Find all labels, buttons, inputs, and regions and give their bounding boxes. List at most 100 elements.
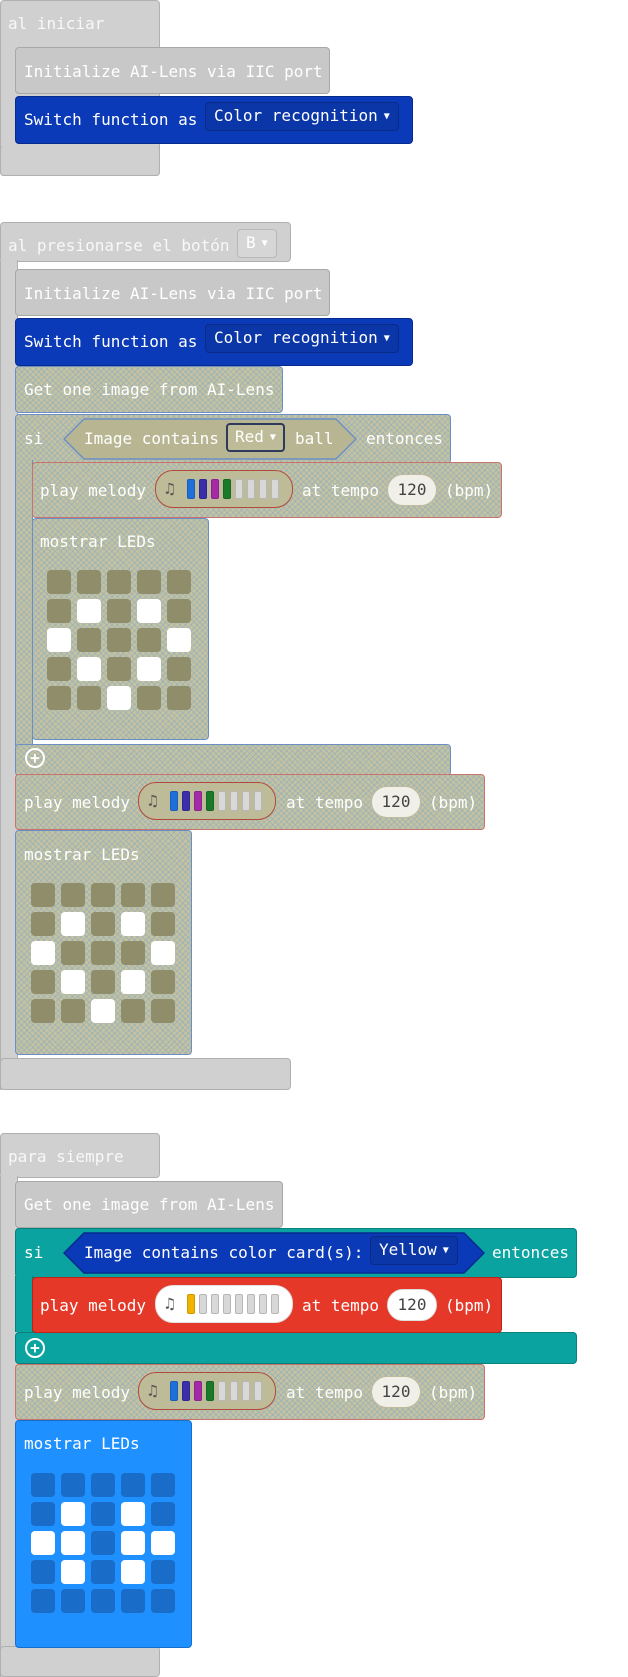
led-on[interactable]: [151, 941, 175, 965]
led-on[interactable]: [31, 941, 55, 965]
led-off[interactable]: [151, 1502, 175, 1526]
melody-note-cell[interactable]: [259, 1294, 267, 1314]
melody-note-cell[interactable]: [242, 1381, 250, 1401]
led-on[interactable]: [137, 657, 161, 681]
led-on[interactable]: [167, 628, 191, 652]
switch-function-dropdown[interactable]: Color recognition ▼: [205, 102, 399, 131]
led-off[interactable]: [151, 1560, 175, 1584]
led-off[interactable]: [167, 686, 191, 710]
led-off[interactable]: [77, 628, 101, 652]
melody-note-cell[interactable]: [199, 1294, 207, 1314]
led-on[interactable]: [121, 1560, 145, 1584]
led-off[interactable]: [121, 883, 145, 907]
melody-note-cell[interactable]: [199, 479, 207, 499]
led-off[interactable]: [121, 941, 145, 965]
led-off[interactable]: [137, 628, 161, 652]
tempo-input[interactable]: 120: [371, 1376, 421, 1408]
led-off[interactable]: [151, 1589, 175, 1613]
led-off[interactable]: [91, 941, 115, 965]
melody-note-cell[interactable]: [211, 1294, 219, 1314]
melody-editor[interactable]: ♫: [138, 782, 276, 820]
melody-note-cell[interactable]: [254, 1381, 262, 1401]
led-off[interactable]: [91, 1589, 115, 1613]
melody-note-cell[interactable]: [271, 1294, 279, 1314]
led-off[interactable]: [47, 570, 71, 594]
led-off[interactable]: [91, 912, 115, 936]
led-off[interactable]: [151, 999, 175, 1023]
melody-note-cell[interactable]: [247, 1294, 255, 1314]
led-on[interactable]: [47, 628, 71, 652]
led-off[interactable]: [47, 657, 71, 681]
led-on[interactable]: [31, 1531, 55, 1555]
melody-note-cell[interactable]: [230, 1381, 238, 1401]
led-off[interactable]: [107, 599, 131, 623]
melody-note-cell[interactable]: [194, 1381, 202, 1401]
led-on[interactable]: [107, 686, 131, 710]
melody-note-cell[interactable]: [211, 479, 219, 499]
led-off[interactable]: [31, 970, 55, 994]
melody-note-cell[interactable]: [218, 791, 226, 811]
melody-note-cell[interactable]: [218, 1381, 226, 1401]
led-off[interactable]: [151, 1473, 175, 1497]
add-else-icon[interactable]: +: [25, 1338, 45, 1358]
melody-note-cell[interactable]: [206, 791, 214, 811]
led-on[interactable]: [121, 970, 145, 994]
led-off[interactable]: [77, 686, 101, 710]
led-on[interactable]: [137, 599, 161, 623]
led-on[interactable]: [121, 912, 145, 936]
led-on[interactable]: [77, 599, 101, 623]
led-off[interactable]: [121, 1473, 145, 1497]
led-off[interactable]: [31, 1560, 55, 1584]
led-off[interactable]: [91, 1560, 115, 1584]
led-on[interactable]: [61, 1531, 85, 1555]
led-off[interactable]: [91, 1502, 115, 1526]
led-off[interactable]: [77, 570, 101, 594]
led-on[interactable]: [61, 1502, 85, 1526]
led-on[interactable]: [121, 1531, 145, 1555]
melody-note-cell[interactable]: [194, 791, 202, 811]
melody-note-cell[interactable]: [206, 1381, 214, 1401]
switch-function-dropdown[interactable]: Color recognition ▼: [205, 324, 399, 353]
led-off[interactable]: [61, 883, 85, 907]
led-on[interactable]: [91, 999, 115, 1023]
led-on[interactable]: [61, 912, 85, 936]
led-off[interactable]: [61, 1589, 85, 1613]
melody-note-cell[interactable]: [182, 791, 190, 811]
led-off[interactable]: [47, 599, 71, 623]
melody-editor[interactable]: ♫: [155, 1285, 293, 1323]
melody-note-cell[interactable]: [223, 479, 231, 499]
led-off[interactable]: [151, 912, 175, 936]
led-on[interactable]: [121, 1502, 145, 1526]
melody-note-cell[interactable]: [170, 791, 178, 811]
melody-note-cell[interactable]: [254, 791, 262, 811]
led-off[interactable]: [121, 999, 145, 1023]
tempo-input[interactable]: 120: [387, 474, 437, 506]
led-off[interactable]: [167, 570, 191, 594]
led-on[interactable]: [61, 1560, 85, 1584]
led-off[interactable]: [31, 1502, 55, 1526]
led-off[interactable]: [107, 570, 131, 594]
led-off[interactable]: [107, 628, 131, 652]
led-off[interactable]: [61, 941, 85, 965]
led-off[interactable]: [31, 1473, 55, 1497]
melody-note-cell[interactable]: [235, 1294, 243, 1314]
melody-editor[interactable]: ♫: [155, 470, 293, 508]
led-off[interactable]: [151, 970, 175, 994]
led-off[interactable]: [31, 1589, 55, 1613]
led-off[interactable]: [61, 999, 85, 1023]
melody-note-cell[interactable]: [235, 479, 243, 499]
led-off[interactable]: [31, 912, 55, 936]
tempo-input[interactable]: 120: [387, 1289, 437, 1321]
led-off[interactable]: [137, 686, 161, 710]
melody-note-cell[interactable]: [187, 479, 195, 499]
led-off[interactable]: [31, 883, 55, 907]
led-off[interactable]: [151, 883, 175, 907]
melody-note-cell[interactable]: [170, 1381, 178, 1401]
led-off[interactable]: [107, 657, 131, 681]
melody-editor[interactable]: ♫: [138, 1372, 276, 1410]
led-on[interactable]: [151, 1531, 175, 1555]
led-off[interactable]: [91, 1473, 115, 1497]
led-off[interactable]: [31, 999, 55, 1023]
melody-note-cell[interactable]: [182, 1381, 190, 1401]
melody-note-cell[interactable]: [242, 791, 250, 811]
